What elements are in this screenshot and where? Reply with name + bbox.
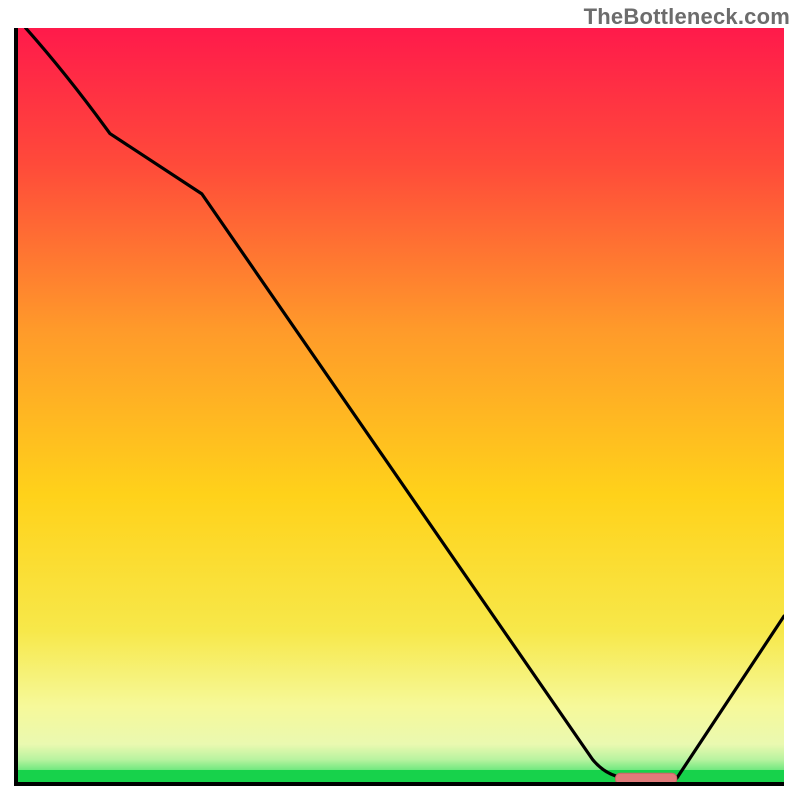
- heatmap-background: [18, 28, 784, 782]
- plot-frame: [14, 28, 784, 786]
- watermark-text: TheBottleneck.com: [584, 4, 790, 30]
- chart-container: TheBottleneck.com: [0, 0, 800, 800]
- plot-area: [18, 28, 784, 782]
